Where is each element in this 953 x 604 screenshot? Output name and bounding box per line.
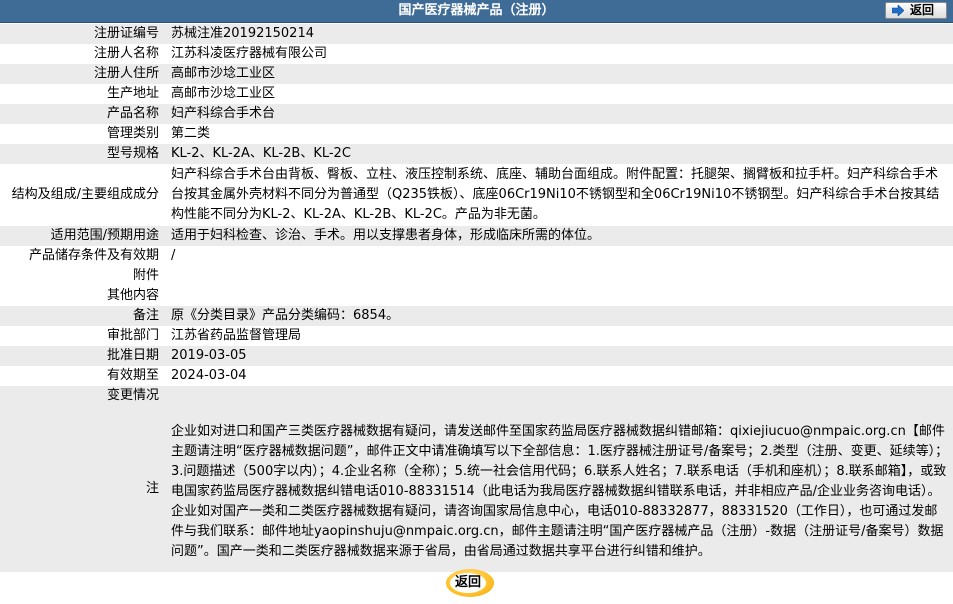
field-value: 适用于妇科检查、诊治、手术。用以支撑患者身体，形成临床所需的体位。 (161, 226, 953, 246)
notice-text: 企业如对进口和国产三类医疗器械数据有疑问，请发送邮件至国家药监局医疗器械数据纠错… (161, 406, 953, 572)
field-value: 2024-03-04 (161, 366, 953, 386)
row-production-address: 生产地址 高邮市沙埝工业区 (0, 84, 953, 104)
field-value: / (161, 246, 953, 266)
field-value: 江苏科凌医疗器械有限公司 (161, 44, 953, 64)
field-value: 高邮市沙埝工业区 (161, 84, 953, 104)
field-label: 型号规格 (0, 144, 161, 164)
back-button-bottom[interactable]: 返回 (446, 569, 498, 599)
field-label: 适用范围/预期用途 (0, 226, 161, 246)
row-management-category: 管理类别 第二类 (0, 124, 953, 144)
field-label: 注册证编号 (0, 24, 161, 44)
row-registrant-name: 注册人名称 江苏科凌医疗器械有限公司 (0, 44, 953, 64)
field-value: 2019-03-05 (161, 346, 953, 366)
field-label: 其他内容 (0, 286, 161, 306)
field-value (161, 266, 953, 286)
field-value: 妇产科综合手术台 (161, 104, 953, 124)
field-label: 附件 (0, 266, 161, 286)
field-label: 管理类别 (0, 124, 161, 144)
field-label: 备注 (0, 306, 161, 326)
field-value (161, 386, 953, 406)
row-valid-until: 有效期至 2024-03-04 (0, 366, 953, 386)
field-label: 产品名称 (0, 104, 161, 124)
field-label: 生产地址 (0, 84, 161, 104)
field-value: 高邮市沙埝工业区 (161, 64, 953, 84)
field-value: 原《分类目录》产品分类编码：6854。 (161, 306, 953, 326)
row-structure-composition: 结构及组成/主要组成成分 妇产科综合手术台由背板、臀板、立柱、液压控制系统、底座… (0, 164, 953, 226)
row-attachments: 附件 (0, 266, 953, 286)
field-label: 注册人住所 (0, 64, 161, 84)
field-label: 注册人名称 (0, 44, 161, 64)
field-value (161, 286, 953, 306)
field-value: 第二类 (161, 124, 953, 144)
row-approval-date: 批准日期 2019-03-05 (0, 346, 953, 366)
page-title: 国产医疗器械产品（注册） (398, 3, 555, 18)
back-button-label: 返回 (910, 3, 935, 17)
row-model-spec: 型号规格 KL-2、KL-2A、KL-2B、KL-2C (0, 144, 953, 164)
row-intended-use: 适用范围/预期用途 适用于妇科检查、诊治、手术。用以支撑患者身体，形成临床所需的… (0, 226, 953, 246)
row-notice: 注 企业如对进口和国产三类医疗器械数据有疑问，请发送邮件至国家药监局医疗器械数据… (0, 406, 953, 572)
row-remarks: 备注 原《分类目录》产品分类编码：6854。 (0, 306, 953, 326)
detail-table: 注册证编号 苏械注准20192150214 注册人名称 江苏科凌医疗器械有限公司… (0, 24, 953, 572)
field-value: 苏械注准20192150214 (161, 24, 953, 44)
notice-label: 注 (0, 406, 161, 572)
row-product-name: 产品名称 妇产科综合手术台 (0, 104, 953, 124)
field-label: 审批部门 (0, 326, 161, 346)
arrow-right-icon (892, 5, 904, 16)
field-label: 有效期至 (0, 366, 161, 386)
field-label: 产品储存条件及有效期 (0, 246, 161, 266)
field-label: 变更情况 (0, 386, 161, 406)
row-approval-department: 审批部门 江苏省药品监督管理局 (0, 326, 953, 346)
field-label: 批准日期 (0, 346, 161, 366)
field-label: 结构及组成/主要组成成分 (0, 164, 161, 226)
field-value: 妇产科综合手术台由背板、臀板、立柱、液压控制系统、底座、辅助台面组成。附件配置：… (161, 164, 953, 226)
row-storage-validity: 产品储存条件及有效期 / (0, 246, 953, 266)
field-value: KL-2、KL-2A、KL-2B、KL-2C (161, 144, 953, 164)
row-registration-number: 注册证编号 苏械注准20192150214 (0, 24, 953, 44)
back-button-top[interactable]: 返回 (885, 2, 947, 19)
row-change-history: 变更情况 (0, 386, 953, 406)
row-other-content: 其他内容 (0, 286, 953, 306)
row-registrant-address: 注册人住所 高邮市沙埝工业区 (0, 64, 953, 84)
page-header: 国产医疗器械产品（注册） 返回 (0, 0, 953, 23)
field-value: 江苏省药品监督管理局 (161, 326, 953, 346)
back-button-label: 返回 (454, 575, 481, 590)
